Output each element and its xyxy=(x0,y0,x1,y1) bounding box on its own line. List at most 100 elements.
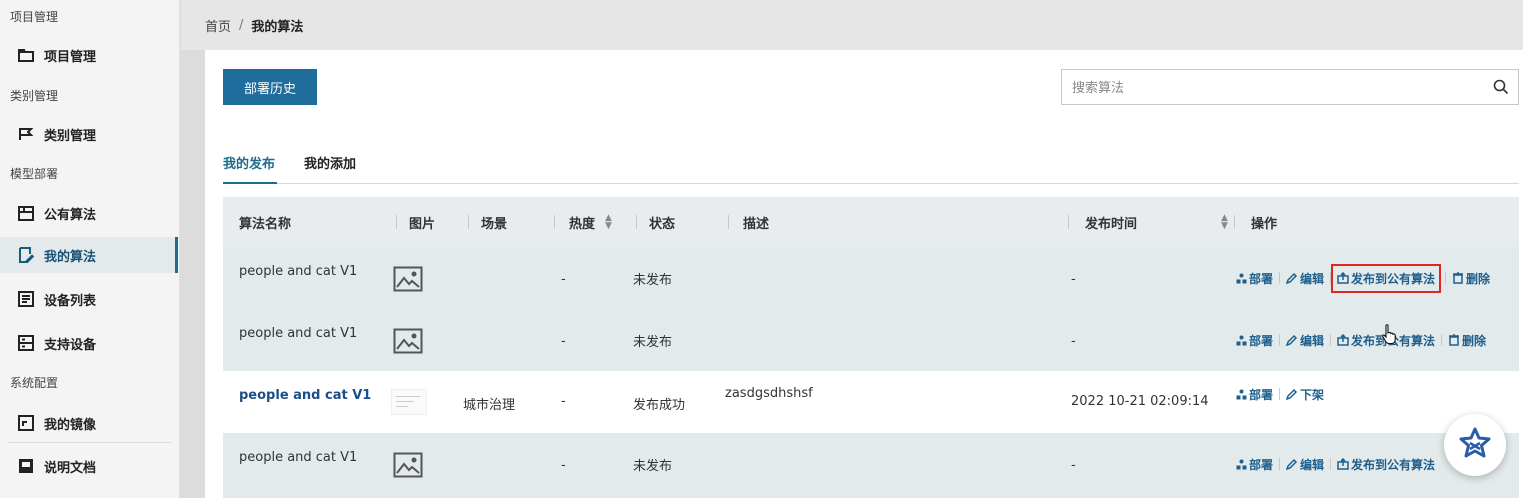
sort-icon[interactable]: ▲ ▼ xyxy=(605,214,612,231)
action-divider xyxy=(1330,272,1332,284)
sidebar-item-label: 设备列表 xyxy=(44,293,97,309)
edit-icon xyxy=(1286,388,1298,400)
image-placeholder-icon xyxy=(393,328,423,354)
breadcrumb-separator: / xyxy=(239,17,244,33)
edit-button[interactable]: 编辑 xyxy=(1286,270,1324,287)
sidebar-group-category: 类别管理 xyxy=(10,89,59,103)
tab-my-published[interactable]: 我的发布 xyxy=(223,153,277,184)
col-header-publish-time[interactable]: 发布时间 ▲ ▼ xyxy=(1069,197,1235,247)
algorithm-name: people and cat V1 xyxy=(239,450,358,465)
content-card: 部署历史 我的发布 我的添加 算法名称 图片 场景 热度▲▼ 状态 描述 发布时… xyxy=(205,50,1523,498)
sidebar: 项目管理 项目管理 类别管理 类别管理 模型部署 公有算法 我的算法 设备列表 … xyxy=(0,0,180,498)
deploy-icon xyxy=(1236,335,1247,345)
description-text: zasdgsdhshsf xyxy=(725,386,813,401)
publish-time: 2022 10-21 02:09:14 xyxy=(1071,394,1209,409)
col-header-scene: 场景 xyxy=(469,197,555,247)
unpublish-button[interactable]: 下架 xyxy=(1286,386,1324,403)
main-area: 首页 / 我的算法 部署历史 我的发布 我的添加 算法名称 图片 场景 热度▲▼… xyxy=(181,0,1523,498)
sidebar-item-device-list[interactable]: 设备列表 xyxy=(0,281,178,317)
action-divider xyxy=(1330,334,1332,346)
col-header-actions: 操作 xyxy=(1251,216,1278,232)
action-divider xyxy=(1279,458,1281,470)
deploy-button[interactable]: 部署 xyxy=(1236,386,1273,403)
sidebar-group-model: 模型部署 xyxy=(10,167,59,181)
sidebar-item-label: 项目管理 xyxy=(44,49,97,65)
table-row: people and cat V1 - 未发布 - 部署 编辑 发布到公有算法 … xyxy=(223,247,1519,309)
publish-icon xyxy=(1337,458,1349,470)
image-placeholder-icon xyxy=(393,266,423,292)
delete-button[interactable]: 删除 xyxy=(1452,270,1490,287)
flag-icon xyxy=(18,126,34,142)
publish-time: - xyxy=(1071,272,1076,287)
deploy-button[interactable]: 部署 xyxy=(1236,456,1273,473)
algorithm-name: people and cat V1 xyxy=(239,264,358,279)
action-divider xyxy=(1441,334,1443,346)
col-header-heat[interactable]: 热度 ▲ ▼ xyxy=(555,197,637,247)
sidebar-item-docs[interactable]: 说明文档 xyxy=(0,448,178,484)
search-icon[interactable] xyxy=(1484,70,1518,104)
delete-button[interactable]: 删除 xyxy=(1448,332,1486,349)
sidebar-item-project-management[interactable]: 项目管理 xyxy=(0,37,178,73)
edit-icon xyxy=(1286,272,1298,284)
table-row: people and cat V1 - 未发布 - 部署 编辑 发布到公有算法 … xyxy=(223,309,1519,371)
deploy-history-button[interactable]: 部署历史 xyxy=(223,69,317,105)
edit-button[interactable]: 编辑 xyxy=(1286,456,1324,473)
sidebar-item-label: 说明文档 xyxy=(44,460,97,476)
algorithm-name: people and cat V1 xyxy=(239,326,358,341)
assistant-logo-icon xyxy=(1459,427,1491,458)
search-input[interactable] xyxy=(1062,70,1484,104)
publish-to-public-button[interactable]: 发布到公有算法 xyxy=(1337,456,1435,473)
algorithm-name-link[interactable]: people and cat V1 xyxy=(239,388,371,403)
publish-time: - xyxy=(1071,334,1076,349)
col-header-name: 算法名称 xyxy=(239,197,397,247)
sidebar-item-label: 我的算法 xyxy=(44,249,97,265)
sidebar-item-label: 公有算法 xyxy=(44,207,97,223)
status-text: 未发布 xyxy=(633,273,673,288)
heat-value: - xyxy=(561,334,566,349)
heat-value: - xyxy=(561,458,566,473)
table-row: people and cat V1 - 未发布 - 部署 编辑 发布到公有算法 xyxy=(223,433,1519,498)
sidebar-item-my-algorithms[interactable]: 我的算法 xyxy=(0,237,178,273)
image-placeholder-icon xyxy=(393,452,423,478)
action-divider xyxy=(1279,334,1281,346)
heat-value: - xyxy=(561,272,566,287)
deploy-button[interactable]: 部署 xyxy=(1236,270,1273,287)
status-text: 未发布 xyxy=(633,459,673,474)
search-box xyxy=(1061,69,1519,105)
publish-icon xyxy=(1337,272,1349,284)
sidebar-item-my-images[interactable]: 我的镜像 xyxy=(0,405,178,441)
action-divider xyxy=(1279,272,1281,284)
sidebar-item-label: 我的镜像 xyxy=(44,417,97,433)
sidebar-group-project: 项目管理 xyxy=(10,10,59,24)
device-icon xyxy=(18,335,34,351)
row-actions: 部署 下架 xyxy=(1236,371,1324,417)
breadcrumb: 首页 / 我的算法 xyxy=(181,0,1523,50)
book-icon xyxy=(18,458,34,474)
sidebar-item-public-algorithms[interactable]: 公有算法 xyxy=(0,195,178,231)
delete-icon xyxy=(1453,272,1464,284)
col-header-status: 状态 xyxy=(637,197,729,247)
deploy-button[interactable]: 部署 xyxy=(1236,332,1273,349)
col-header-image: 图片 xyxy=(397,197,469,247)
delete-icon xyxy=(1449,334,1460,346)
scene-text: 城市治理 xyxy=(463,398,516,413)
edit-button[interactable]: 编辑 xyxy=(1286,332,1324,349)
breadcrumb-current: 我的算法 xyxy=(251,19,304,35)
row-actions: 部署 编辑 发布到公有算法 删除 xyxy=(1236,247,1490,309)
status-text: 未发布 xyxy=(633,335,673,350)
tab-my-added[interactable]: 我的添加 xyxy=(304,153,356,184)
sidebar-group-system: 系统配置 xyxy=(10,376,59,390)
assistant-float-button[interactable] xyxy=(1444,414,1506,476)
sort-icon[interactable]: ▲ ▼ xyxy=(1221,214,1228,231)
sidebar-item-category-management[interactable]: 类别管理 xyxy=(0,116,178,152)
breadcrumb-home[interactable]: 首页 xyxy=(205,16,231,35)
tab-bar: 我的发布 我的添加 xyxy=(223,153,1519,184)
sidebar-item-supported-devices[interactable]: 支持设备 xyxy=(0,325,178,361)
table-header: 算法名称 图片 场景 热度 ▲ ▼ 状态 描述 发布时间 ▲ ▼ 操作 xyxy=(223,197,1519,247)
heat-value: - xyxy=(561,394,566,409)
sidebar-divider xyxy=(8,442,172,443)
algorithm-thumbnail xyxy=(391,389,427,415)
action-divider xyxy=(1279,388,1281,400)
publish-to-public-button[interactable]: 发布到公有算法 xyxy=(1331,263,1442,293)
edit-icon xyxy=(1286,334,1298,346)
